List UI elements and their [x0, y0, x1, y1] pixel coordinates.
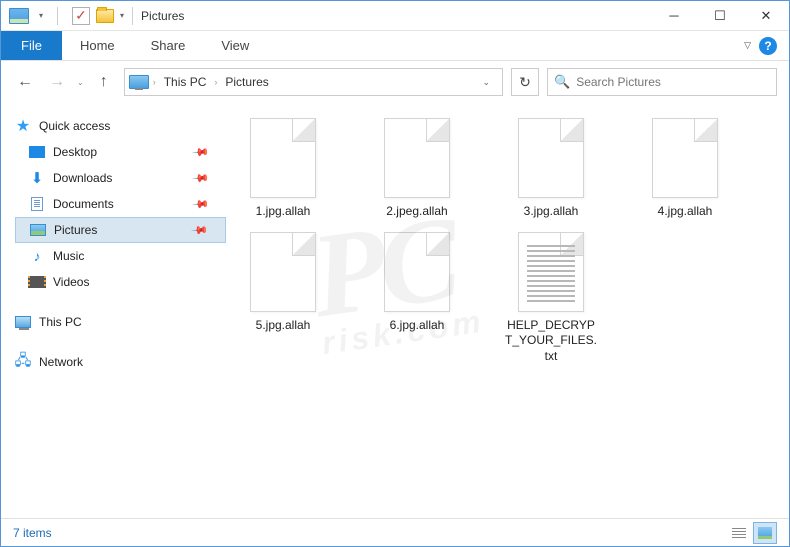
navigation-pane: ★ Quick access Desktop 📌 ⬇ Downloads 📌 D… — [1, 103, 226, 518]
sidebar-item-documents[interactable]: Documents 📌 — [15, 191, 226, 217]
search-box[interactable]: 🔍 — [547, 68, 777, 96]
ribbon: File Home Share View ▽ ? — [1, 31, 789, 61]
title-bar: ▾ ✓ ▾ Pictures ─ ☐ ✕ — [1, 1, 789, 31]
file-item[interactable]: 3.jpg.allah — [504, 118, 598, 220]
sidebar-label: Network — [39, 355, 83, 369]
qat-newfolder-button[interactable] — [96, 9, 114, 23]
sidebar-item-music[interactable]: ♪ Music — [15, 243, 226, 269]
forward-button[interactable]: → — [45, 70, 69, 94]
sidebar-label: This PC — [39, 315, 82, 329]
pin-icon: 📌 — [192, 143, 211, 162]
file-name: HELP_DECRYPT_YOUR_FILES.txt — [504, 318, 598, 365]
file-item[interactable]: 6.jpg.allah — [370, 232, 464, 365]
sidebar-item-label: Videos — [53, 275, 89, 289]
chevron-right-icon[interactable]: › — [214, 77, 217, 87]
unknown-file-icon — [250, 232, 316, 312]
pictures-icon — [30, 224, 46, 236]
text-file-icon — [518, 232, 584, 312]
sidebar-item-label: Desktop — [53, 145, 97, 159]
status-bar: 7 items — [1, 518, 789, 546]
sidebar-item-label: Pictures — [54, 223, 97, 237]
address-row: ← → ⌄ ↑ › This PC › Pictures ⌄ ↻ 🔍 — [1, 61, 789, 103]
this-pc-icon — [15, 316, 31, 328]
sidebar-item-pictures[interactable]: Pictures 📌 — [15, 217, 226, 243]
sidebar-label: Quick access — [39, 119, 110, 133]
location-icon — [129, 75, 149, 89]
item-count: 7 items — [13, 526, 52, 540]
sidebar-item-downloads[interactable]: ⬇ Downloads 📌 — [15, 165, 226, 191]
qat-properties-button[interactable]: ✓ — [72, 7, 90, 25]
pin-icon: 📌 — [192, 169, 211, 188]
pin-icon: 📌 — [192, 195, 211, 214]
network-icon: 🖧 — [15, 354, 31, 370]
search-input[interactable] — [576, 75, 770, 89]
help-icon[interactable]: ? — [759, 37, 777, 55]
tab-share[interactable]: Share — [133, 31, 204, 60]
file-name: 3.jpg.allah — [524, 204, 579, 220]
star-icon: ★ — [15, 118, 31, 134]
pin-icon: 📌 — [191, 221, 210, 240]
refresh-button[interactable]: ↻ — [511, 68, 539, 96]
sidebar-item-label: Documents — [53, 197, 114, 211]
sidebar-this-pc[interactable]: This PC — [15, 309, 226, 335]
unknown-file-icon — [384, 232, 450, 312]
sidebar-quick-access[interactable]: ★ Quick access — [15, 113, 226, 139]
details-icon — [732, 528, 746, 538]
tab-view[interactable]: View — [203, 31, 267, 60]
up-button[interactable]: ↑ — [92, 70, 116, 94]
desktop-icon — [29, 146, 45, 158]
ribbon-collapse-icon[interactable]: ▽ — [744, 40, 751, 51]
sidebar-item-videos[interactable]: Videos — [15, 269, 226, 295]
unknown-file-icon — [652, 118, 718, 198]
main-area: ★ Quick access Desktop 📌 ⬇ Downloads 📌 D… — [1, 103, 789, 518]
back-button[interactable]: ← — [13, 70, 37, 94]
sidebar-item-desktop[interactable]: Desktop 📌 — [15, 139, 226, 165]
minimize-button[interactable]: ─ — [651, 1, 697, 31]
file-name: 2.jpeg.allah — [386, 204, 447, 220]
view-details-button[interactable] — [727, 522, 751, 544]
file-list[interactable]: 1.jpg.allah 2.jpeg.allah 3.jpg.allah 4.jpg.… — [226, 103, 789, 518]
file-name: 4.jpg.allah — [658, 204, 713, 220]
sidebar-item-label: Music — [53, 249, 84, 263]
thumbnails-icon — [758, 527, 772, 539]
videos-icon — [30, 276, 44, 288]
file-item[interactable]: 2.jpeg.allah — [370, 118, 464, 220]
file-tab[interactable]: File — [1, 31, 62, 60]
file-item[interactable]: 5.jpg.allah — [236, 232, 330, 365]
separator — [132, 7, 133, 25]
search-icon: 🔍 — [554, 74, 570, 90]
qat-customize-icon[interactable]: ▾ — [120, 11, 124, 20]
file-name: 5.jpg.allah — [256, 318, 311, 334]
documents-icon — [31, 197, 43, 211]
sidebar-item-label: Downloads — [53, 171, 112, 185]
music-icon: ♪ — [29, 248, 45, 264]
file-name: 1.jpg.allah — [256, 204, 311, 220]
file-name: 6.jpg.allah — [390, 318, 445, 334]
file-item[interactable]: HELP_DECRYPT_YOUR_FILES.txt — [504, 232, 598, 365]
breadcrumb-pictures[interactable]: Pictures — [221, 73, 272, 91]
window-title: Pictures — [141, 9, 184, 23]
maximize-button[interactable]: ☐ — [697, 1, 743, 31]
sidebar-network[interactable]: 🖧 Network — [15, 349, 226, 375]
qat-dropdown-icon[interactable]: ▾ — [39, 11, 43, 20]
view-thumbnails-button[interactable] — [753, 522, 777, 544]
unknown-file-icon — [250, 118, 316, 198]
file-item[interactable]: 1.jpg.allah — [236, 118, 330, 220]
file-item[interactable]: 4.jpg.allah — [638, 118, 732, 220]
chevron-right-icon[interactable]: › — [153, 77, 156, 87]
recent-locations-icon[interactable]: ⌄ — [77, 78, 84, 87]
unknown-file-icon — [384, 118, 450, 198]
address-dropdown-icon[interactable]: ⌄ — [474, 77, 498, 88]
app-icon — [9, 8, 29, 24]
breadcrumb-this-pc[interactable]: This PC — [160, 73, 211, 91]
downloads-icon: ⬇ — [29, 170, 45, 186]
tab-home[interactable]: Home — [62, 31, 133, 60]
unknown-file-icon — [518, 118, 584, 198]
separator — [57, 7, 58, 25]
close-button[interactable]: ✕ — [743, 1, 789, 31]
address-bar[interactable]: › This PC › Pictures ⌄ — [124, 68, 503, 96]
